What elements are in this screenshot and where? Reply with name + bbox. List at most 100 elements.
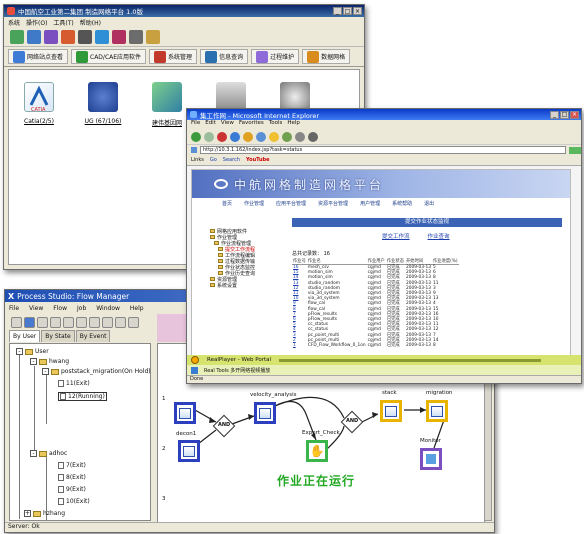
menu-edit[interactable]: Edit [205, 120, 216, 129]
close-button[interactable]: × [570, 110, 579, 119]
close-button[interactable]: × [353, 7, 362, 15]
menu-help[interactable]: Help [287, 120, 300, 129]
table-row[interactable]: 9 flow_cal cgjmd 已完成 2009-03-13 4 [292, 301, 459, 306]
nav-help[interactable]: 系统帮助 [392, 200, 412, 207]
menu-help[interactable]: 帮助(H) [80, 18, 101, 27]
job-query-link[interactable]: 作业查询 [428, 232, 450, 240]
flow-node-start[interactable] [174, 402, 196, 424]
tree-node-user[interactable]: - User [16, 348, 49, 355]
print-icon[interactable] [115, 316, 126, 328]
tab-process-maint[interactable]: 过程维护 [251, 49, 300, 64]
nav-home[interactable]: 首页 [222, 200, 232, 207]
play-button[interactable] [191, 356, 199, 364]
go-button[interactable] [569, 146, 581, 154]
menu-operation[interactable]: 操作(O) [26, 18, 47, 27]
flow-node-migration[interactable] [426, 400, 448, 422]
app-ug[interactable]: UG (67/106) [75, 82, 131, 125]
table-cell[interactable]: 1 [292, 343, 307, 348]
flow-node-monitor[interactable] [420, 448, 442, 470]
col-job-id[interactable]: 作业号 [292, 258, 307, 265]
table-row[interactable]: 14 motion_sim cgjmd 已完成 2009-03-13 8 [292, 275, 459, 280]
refresh-icon[interactable] [230, 131, 240, 142]
print-icon[interactable] [308, 131, 318, 142]
menu-help[interactable]: Help [130, 305, 144, 312]
tree-node-hwang[interactable]: - hwang [30, 358, 69, 365]
nav-exit[interactable]: 退出 [424, 200, 434, 207]
tab-data-grid[interactable]: 数据网格 [302, 49, 351, 64]
config-icon[interactable] [128, 316, 139, 328]
history-icon[interactable] [282, 131, 292, 142]
app-catia[interactable]: CATIA Catia(2/5) [11, 82, 67, 125]
menu-job[interactable]: Job [77, 305, 86, 312]
tree-node-job-10[interactable]: 10(Exit) [58, 498, 90, 505]
tree-node-job-8[interactable]: 8(Exit) [58, 474, 86, 481]
nav-resource-platform[interactable]: 资源平台管理 [318, 200, 348, 207]
tab-by-state[interactable]: By State [41, 330, 75, 342]
table-icon[interactable] [50, 316, 61, 328]
grid-icon[interactable] [11, 316, 22, 328]
flow-node-velocity[interactable] [254, 402, 276, 424]
back-icon[interactable] [191, 131, 201, 142]
mail-icon[interactable] [295, 131, 305, 142]
minimize-button[interactable]: _ [550, 110, 559, 119]
col-job-user[interactable]: 作业用户 [366, 258, 386, 265]
menu-file[interactable]: File [191, 120, 200, 129]
home-icon[interactable] [243, 131, 253, 142]
gears-icon[interactable] [78, 30, 92, 44]
tree-node-job-9[interactable]: 9(Exit) [58, 486, 86, 493]
link-go[interactable]: Go [210, 157, 217, 163]
fit-icon[interactable] [89, 316, 100, 328]
tree-node-job[interactable]: - poststack_migration(On Hold) [42, 368, 150, 375]
tree-node-adhoc[interactable]: - adhoc [30, 450, 67, 457]
globe-icon[interactable] [24, 316, 35, 328]
table-row[interactable]: 1 CFD_Flow_Workflow_0_1on cgjmd 已完成 2009-03-… [292, 343, 459, 348]
move-icon[interactable] [63, 316, 74, 328]
flow-node-stack[interactable] [380, 400, 402, 422]
menu-view[interactable]: View [221, 120, 234, 129]
link-search[interactable]: Search [223, 157, 240, 163]
menu-view[interactable]: View [29, 305, 43, 312]
address-input[interactable]: http://10.3.1.162/index.jsp?task=status [200, 146, 566, 154]
seek-bar[interactable] [279, 358, 541, 362]
side-item[interactable]: 系统设置 [210, 282, 290, 289]
minimize-button[interactable]: _ [333, 7, 342, 15]
settings-icon[interactable] [129, 30, 143, 44]
favorites-icon[interactable] [269, 131, 279, 142]
tab-cad-apps[interactable]: CAD/CAE应用软件 [71, 49, 147, 64]
menu-tools[interactable]: 工具(T) [53, 18, 73, 27]
tab-info-query[interactable]: 信息查询 [200, 49, 249, 64]
globe-icon[interactable] [27, 30, 41, 44]
tab-network-sites[interactable]: 网络站点查看 [8, 49, 69, 64]
tree-node-job-12[interactable]: 12(Running) [58, 392, 107, 401]
maximize-button[interactable]: □ [560, 110, 569, 119]
search-icon[interactable] [256, 131, 266, 142]
stop-icon[interactable] [217, 131, 227, 142]
network-icon[interactable] [61, 30, 75, 44]
menu-file[interactable]: File [9, 305, 19, 312]
menu-favorites[interactable]: Favorites [239, 120, 264, 129]
nav-jobs[interactable]: 作业管理 [244, 200, 264, 207]
zoom-icon[interactable] [76, 316, 87, 328]
users-icon[interactable] [95, 30, 109, 44]
tree-node-hzhang[interactable]: + hzhang [24, 510, 65, 517]
stop-icon[interactable] [37, 316, 48, 328]
menu-flow[interactable]: Flow [53, 305, 67, 312]
nav-users[interactable]: 用户管理 [360, 200, 380, 207]
nav-app-platform[interactable]: 应用平台管理 [276, 200, 306, 207]
exit-icon[interactable] [146, 30, 160, 44]
menu-tools[interactable]: Tools [269, 120, 283, 129]
tab-system-admin[interactable]: 系统管理 [149, 49, 198, 64]
link-youtube[interactable]: YouTube [246, 157, 270, 163]
table-row[interactable]: 4 cc_status cgjmd 已完成 2009-03-13 12 [292, 327, 459, 332]
flow-node-expert-check[interactable]: ✋ [306, 440, 328, 462]
col-progress[interactable]: 作业进度(%) [431, 258, 459, 265]
tree-node-job-11[interactable]: 11(Exit) [58, 380, 90, 387]
forward-icon[interactable] [204, 131, 214, 142]
page-icon[interactable] [102, 316, 113, 328]
connect-icon[interactable] [44, 30, 58, 44]
tools-icon[interactable] [191, 366, 198, 374]
maximize-button[interactable]: □ [343, 7, 352, 15]
menu-system[interactable]: 系统 [8, 18, 20, 27]
refresh-icon[interactable] [10, 30, 24, 44]
col-job-status[interactable]: 作业状态 [385, 258, 405, 265]
